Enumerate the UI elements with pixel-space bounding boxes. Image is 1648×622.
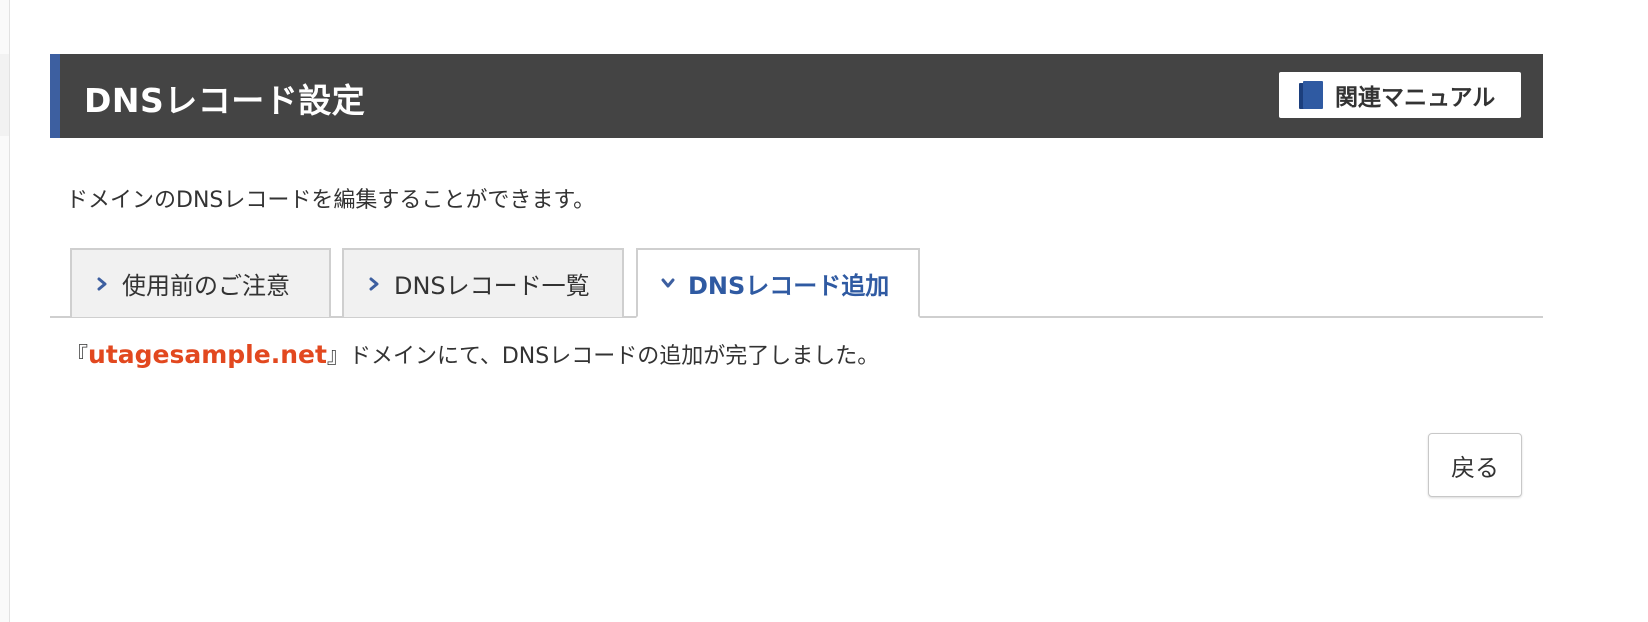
back-button[interactable]: 戻る (1428, 433, 1522, 497)
completion-message: 『utagesample.net』ドメインにて、DNSレコードの追加が完了しまし… (66, 338, 879, 368)
page-description: ドメインのDNSレコードを編集することができます。 (66, 188, 596, 213)
tab-usage-notes-label: 使用前のご注意 (122, 272, 290, 300)
chevron-down-icon (660, 275, 676, 291)
tab-dns-record-list-label: DNSレコード一覧 (394, 272, 590, 300)
chevron-right-icon (94, 276, 110, 292)
open-bracket: 『 (66, 344, 89, 368)
completion-text: ドメインにて、DNSレコードの追加が完了しました。 (348, 344, 880, 368)
related-manual-button[interactable]: 関連マニュアル (1279, 72, 1521, 118)
tab-dns-record-add[interactable]: DNSレコード追加 (636, 248, 920, 318)
left-sidebar-edge (0, 0, 10, 622)
chevron-right-icon (366, 276, 382, 292)
page-title: DNSレコード設定 (84, 81, 366, 120)
domain-name: utagesample.net (88, 340, 327, 368)
page-header: DNSレコード設定 関連マニュアル (50, 54, 1543, 138)
tab-usage-notes[interactable]: 使用前のご注意 (70, 248, 331, 317)
left-sidebar-shade (0, 54, 9, 136)
related-manual-label: 関連マニュアル (1335, 85, 1496, 111)
tab-dns-record-add-label: DNSレコード追加 (688, 271, 890, 300)
close-bracket: 』 (326, 344, 349, 368)
tab-bar: 使用前のご注意 DNSレコード一覧 DNSレコード追加 (50, 248, 1543, 318)
tab-dns-record-list[interactable]: DNSレコード一覧 (342, 248, 624, 317)
book-icon (1299, 81, 1323, 109)
